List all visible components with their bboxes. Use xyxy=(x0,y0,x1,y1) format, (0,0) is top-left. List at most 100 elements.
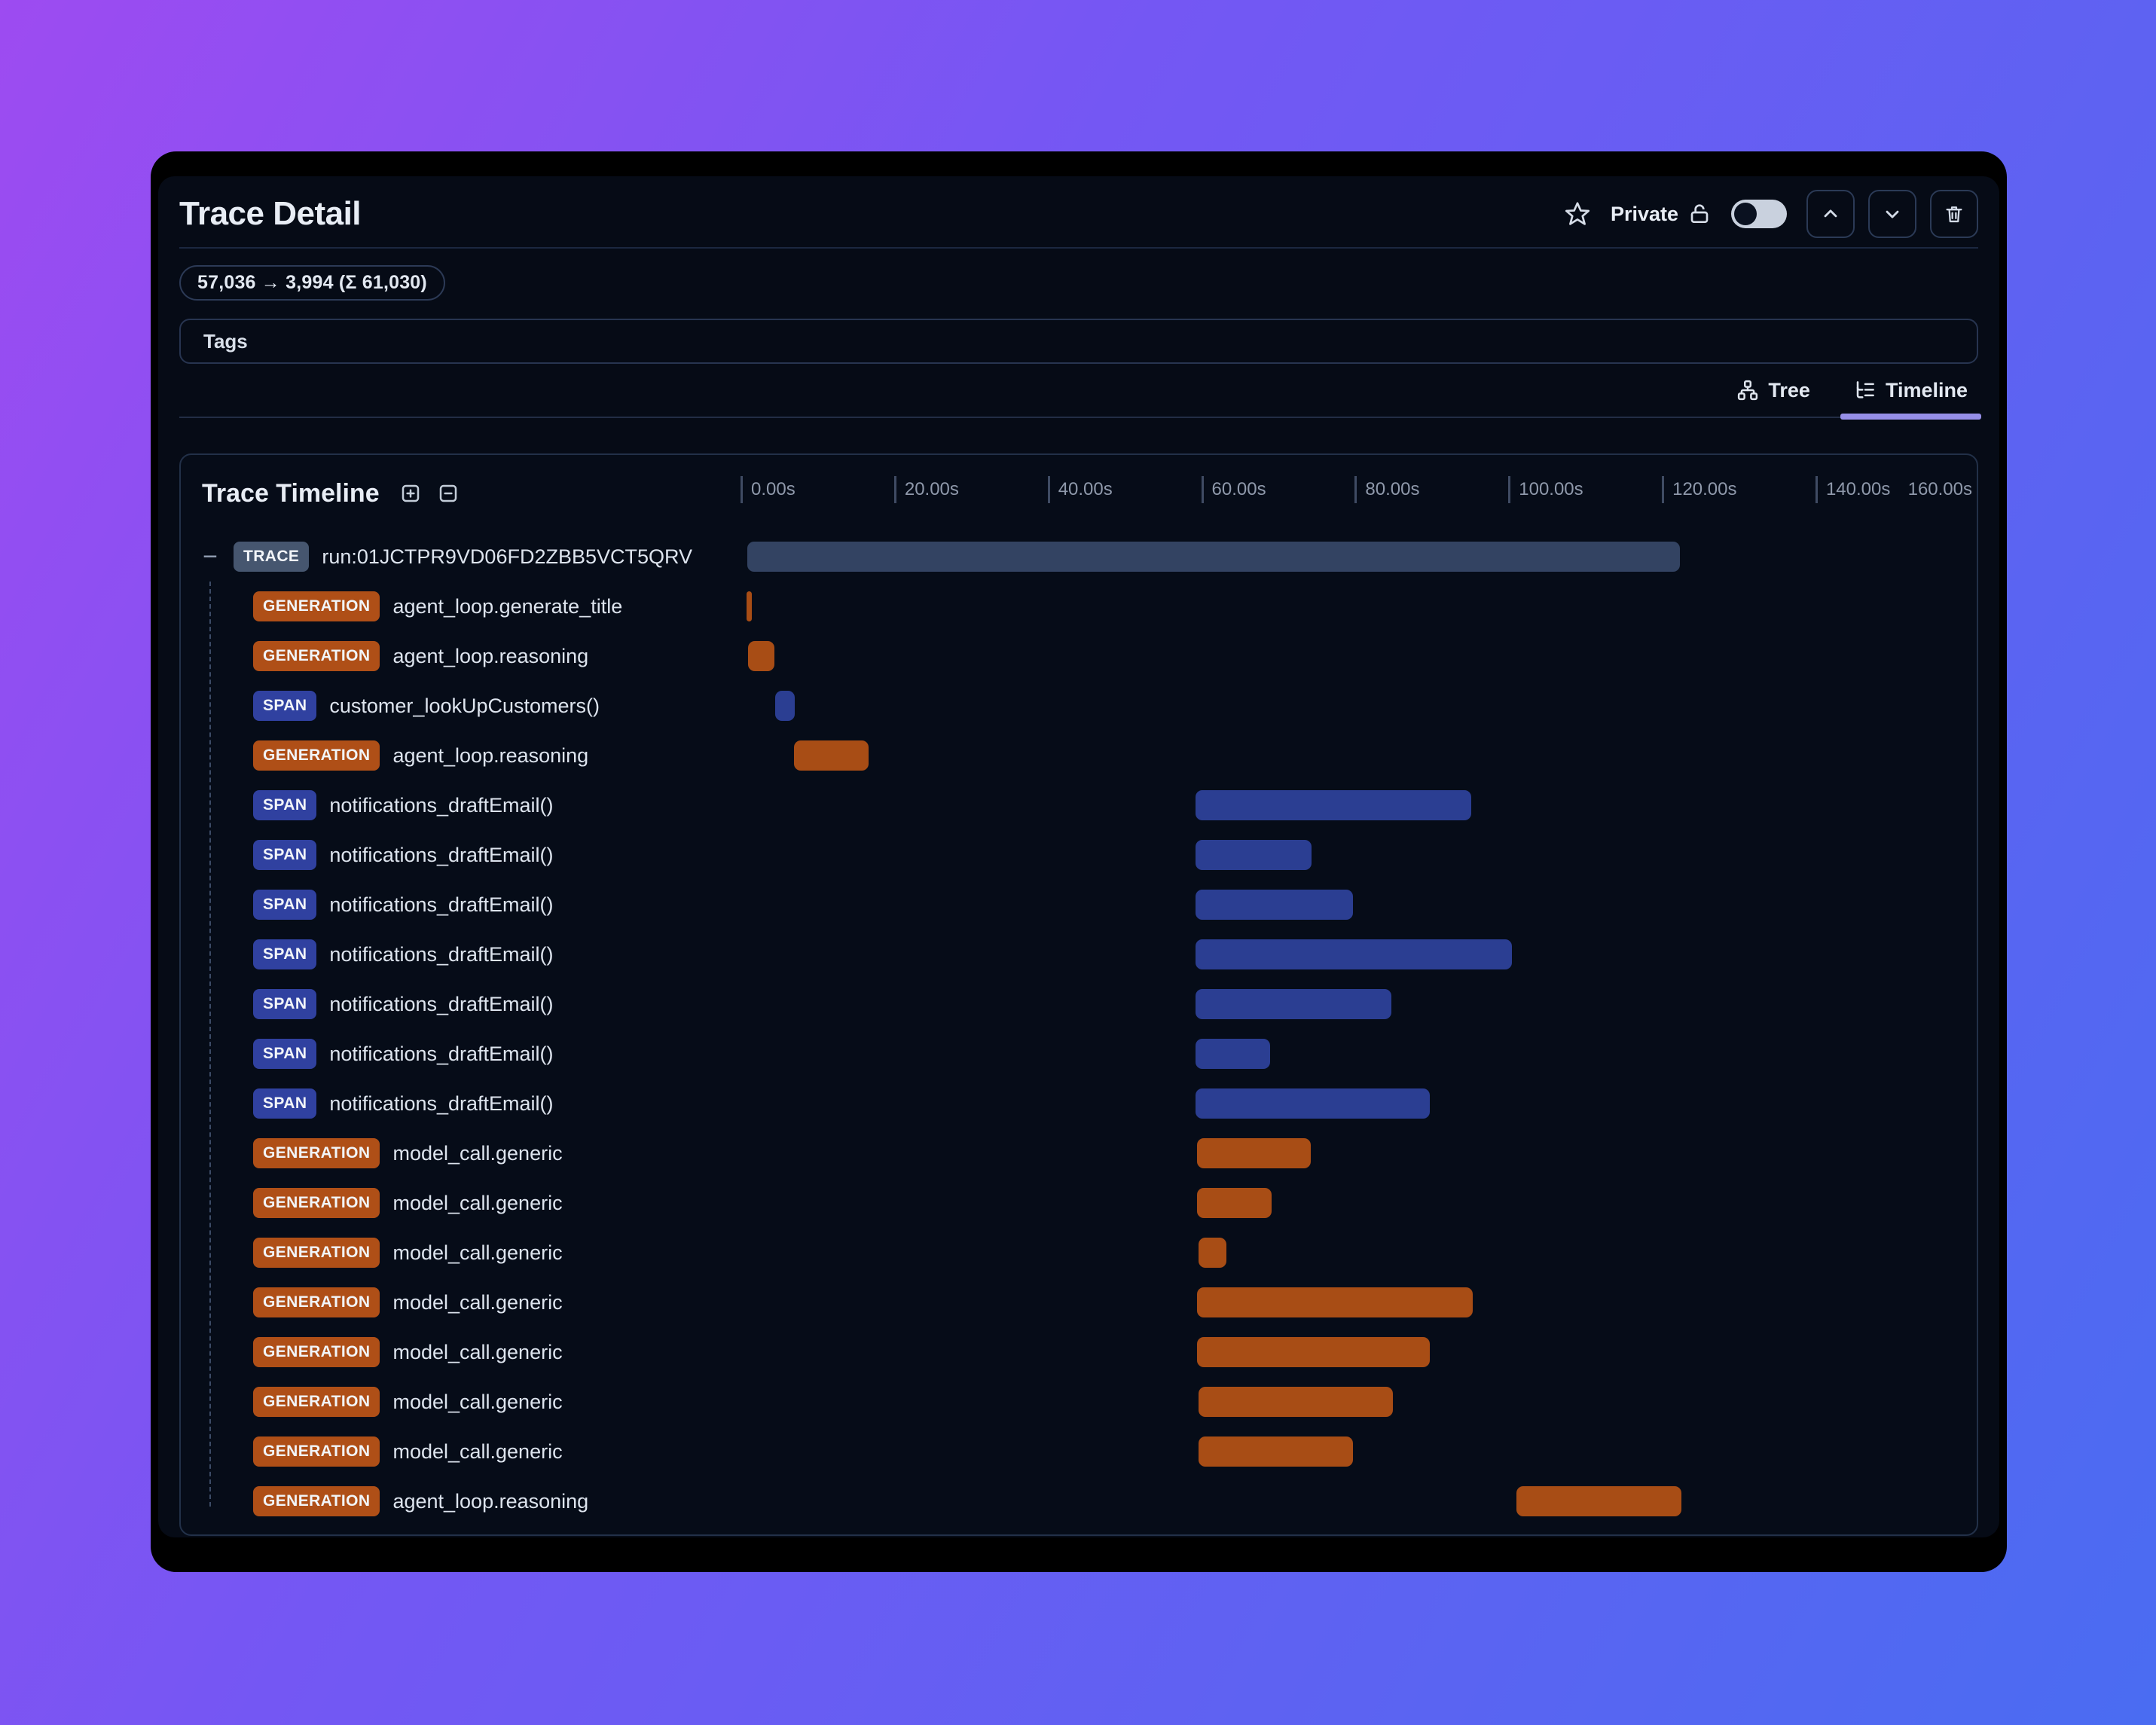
observation-name: agent_loop.reasoning xyxy=(392,644,589,667)
timeline-row[interactable]: GENERATION model_call.generic xyxy=(181,1427,1977,1476)
star-icon[interactable] xyxy=(1564,200,1591,227)
observation-name: model_call.generic xyxy=(392,1241,563,1264)
row-track xyxy=(741,532,1977,582)
row-track xyxy=(741,1079,1977,1128)
duration-bar[interactable] xyxy=(747,591,753,621)
timeline-row[interactable]: SPAN notifications_draftEmail() xyxy=(181,780,1977,830)
row-label: GENERATION agent_loop.reasoning xyxy=(181,1476,741,1526)
timeline-row[interactable]: − TRACE run:01JCTPR9VD06FD2ZBB5VCT5QRV xyxy=(181,532,1977,582)
row-track xyxy=(741,582,1977,631)
duration-bar[interactable] xyxy=(1196,790,1472,820)
expand-all-button[interactable] xyxy=(399,482,422,505)
duration-bar[interactable] xyxy=(747,542,1680,572)
observation-type-badge: SPAN xyxy=(253,989,317,1019)
duration-bar[interactable] xyxy=(748,641,774,671)
observation-type-badge: SPAN xyxy=(253,939,317,969)
timeline-row[interactable]: SPAN notifications_draftEmail() xyxy=(181,1079,1977,1128)
tab-tree-label: Tree xyxy=(1768,378,1810,401)
timeline-row[interactable]: GENERATION model_call.generic xyxy=(181,1278,1977,1327)
collapse-trace-icon[interactable]: − xyxy=(200,544,220,569)
timeline-row[interactable]: SPAN notifications_draftEmail() xyxy=(181,930,1977,979)
observation-type-badge: GENERATION xyxy=(253,1436,380,1467)
row-track xyxy=(741,1029,1977,1079)
duration-bar[interactable] xyxy=(1199,1387,1394,1417)
timeline-row[interactable]: GENERATION agent_loop.reasoning xyxy=(181,731,1977,780)
previous-trace-button[interactable] xyxy=(1806,190,1855,238)
tab-tree[interactable]: Tree xyxy=(1727,364,1819,417)
observation-name: model_call.generic xyxy=(392,1390,563,1413)
row-label: GENERATION model_call.generic xyxy=(181,1278,741,1327)
row-label: SPAN notifications_draftEmail() xyxy=(181,979,741,1029)
collapse-all-button[interactable] xyxy=(437,482,460,505)
duration-bar[interactable] xyxy=(1199,1238,1227,1268)
tags-box[interactable]: Tags xyxy=(179,319,1978,364)
delete-trace-button[interactable] xyxy=(1930,190,1978,238)
duration-bar[interactable] xyxy=(1196,1039,1271,1069)
duration-bar[interactable] xyxy=(1196,939,1513,969)
row-track xyxy=(741,731,1977,780)
observation-name: model_call.generic xyxy=(392,1191,563,1214)
timeline-row[interactable]: SPAN notifications_draftEmail() xyxy=(181,830,1977,880)
timeline-row[interactable]: SPAN notifications_draftEmail() xyxy=(181,979,1977,1029)
timeline-row[interactable]: SPAN customer_lookUpCustomers() xyxy=(181,681,1977,731)
timeline-row[interactable]: GENERATION model_call.generic xyxy=(181,1128,1977,1178)
duration-bar[interactable] xyxy=(1196,989,1392,1019)
observation-name: agent_loop.generate_title xyxy=(392,594,623,618)
duration-bar[interactable] xyxy=(1196,890,1354,920)
privacy-toggle[interactable] xyxy=(1731,200,1787,228)
observation-name: notifications_draftEmail() xyxy=(329,1042,554,1065)
row-label: GENERATION agent_loop.reasoning xyxy=(181,631,741,681)
timeline-row[interactable]: GENERATION agent_loop.reasoning xyxy=(181,631,1977,681)
duration-bar[interactable] xyxy=(1197,1188,1272,1218)
next-trace-button[interactable] xyxy=(1868,190,1916,238)
duration-bar[interactable] xyxy=(1196,840,1312,870)
duration-bar[interactable] xyxy=(1199,1436,1354,1467)
timeline-row[interactable]: GENERATION model_call.generic xyxy=(181,1327,1977,1377)
duration-bar[interactable] xyxy=(794,740,869,771)
duration-bar[interactable] xyxy=(1197,1138,1312,1168)
observation-name: model_call.generic xyxy=(392,1290,563,1314)
row-track xyxy=(741,930,1977,979)
row-label: GENERATION model_call.generic xyxy=(181,1128,741,1178)
timeline-row[interactable]: GENERATION model_call.generic xyxy=(181,1178,1977,1228)
row-track xyxy=(741,880,1977,930)
row-track xyxy=(741,1178,1977,1228)
timeline-row[interactable]: SPAN notifications_draftEmail() xyxy=(181,880,1977,930)
observation-name: notifications_draftEmail() xyxy=(329,843,554,866)
observation-name: run:01JCTPR9VD06FD2ZBB5VCT5QRV xyxy=(322,545,693,568)
trash-icon xyxy=(1946,206,1962,223)
row-label: SPAN notifications_draftEmail() xyxy=(181,780,741,830)
observation-name: notifications_draftEmail() xyxy=(329,893,554,916)
toggle-knob xyxy=(1734,203,1757,225)
duration-bar[interactable] xyxy=(1196,1088,1431,1119)
axis-tick: 140.00s xyxy=(1815,476,1890,503)
timeline-row[interactable]: GENERATION agent_loop.reasoning xyxy=(181,1476,1977,1526)
tab-timeline[interactable]: Timeline xyxy=(1840,364,1982,420)
observation-type-badge: GENERATION xyxy=(253,1337,380,1367)
token-usage-badge[interactable]: 57,036 → 3,994 (Σ 61,030) xyxy=(179,265,445,301)
tree-guide-line xyxy=(209,582,211,1507)
timeline-rows: − TRACE run:01JCTPR9VD06FD2ZBB5VCT5QRV GENE… xyxy=(181,532,1977,1526)
timeline-row[interactable]: SPAN notifications_draftEmail() xyxy=(181,1029,1977,1079)
row-track xyxy=(741,631,1977,681)
trace-detail-window: Trace Detail Private 57,036 → 3,994 (Σ 6… xyxy=(151,151,2007,1572)
timeline-row[interactable]: GENERATION model_call.generic xyxy=(181,1228,1977,1278)
observation-name: notifications_draftEmail() xyxy=(329,793,554,817)
observation-type-badge: GENERATION xyxy=(253,641,380,671)
duration-bar[interactable] xyxy=(1197,1287,1473,1317)
timeline-title: Trace Timeline xyxy=(202,478,380,508)
observation-type-badge: GENERATION xyxy=(253,1188,380,1218)
duration-bar[interactable] xyxy=(1516,1486,1681,1516)
observation-type-badge: SPAN xyxy=(253,1088,317,1119)
row-label: SPAN notifications_draftEmail() xyxy=(181,930,741,979)
observation-type-badge: TRACE xyxy=(234,542,310,572)
row-track xyxy=(741,1377,1977,1427)
row-track xyxy=(741,1327,1977,1377)
duration-bar[interactable] xyxy=(1197,1337,1431,1367)
timeline-row[interactable]: GENERATION model_call.generic xyxy=(181,1377,1977,1427)
duration-bar[interactable] xyxy=(774,691,796,721)
axis-tick: 100.00s xyxy=(1508,476,1583,503)
timeline-row[interactable]: GENERATION agent_loop.generate_title xyxy=(181,582,1977,631)
observation-type-badge: SPAN xyxy=(253,840,317,870)
row-label: GENERATION agent_loop.reasoning xyxy=(181,731,741,780)
